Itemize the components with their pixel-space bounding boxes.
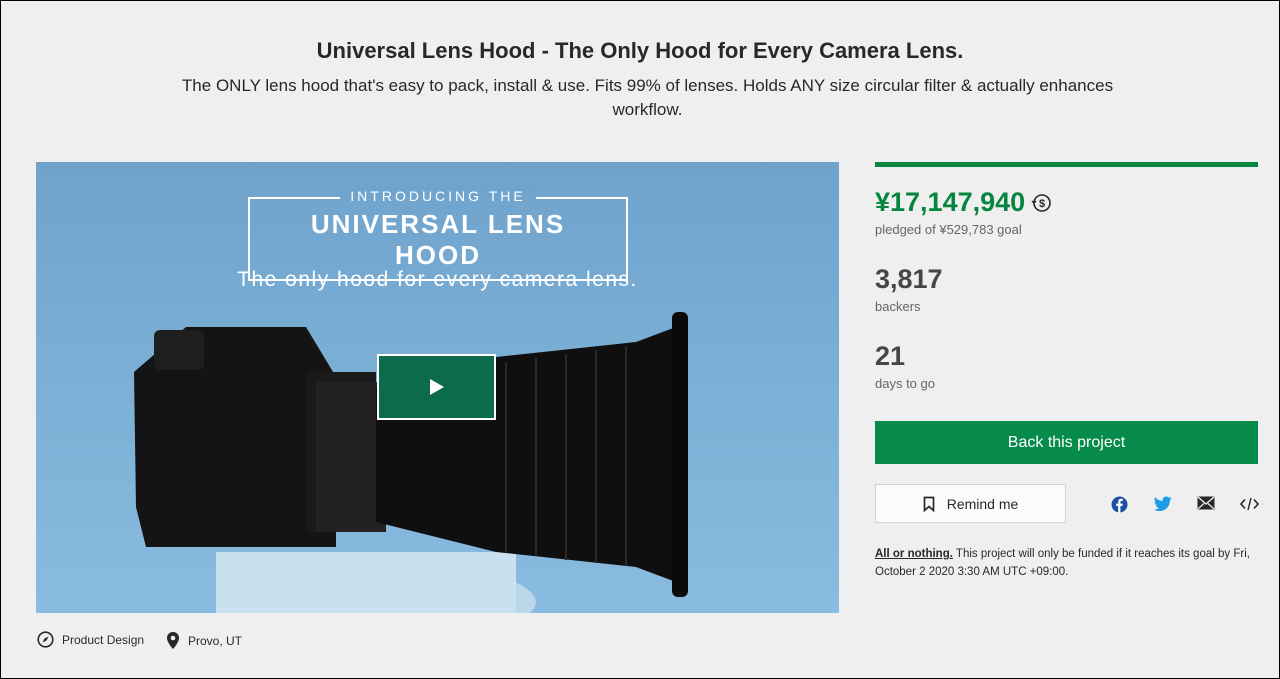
embed-icon[interactable] [1240,496,1259,512]
email-icon[interactable] [1197,496,1215,510]
location-label: Provo, UT [188,633,243,648]
svg-text:$: $ [1039,198,1045,210]
project-title: Universal Lens Hood - The Only Hood for … [316,38,964,63]
intro-small-text: INTRODUCING THE [340,188,536,204]
video-tagline: The only hood for every camera lens. [237,268,638,291]
project-video[interactable]: INTRODUCING THE UNIVERSAL LENS HOOD The … [36,162,839,613]
facebook-icon[interactable] [1111,496,1128,513]
location-pin-icon [167,632,179,649]
remind-me-label: Remind me [946,495,1019,512]
remind-me-button[interactable]: Remind me [875,484,1066,523]
location-link[interactable]: Provo, UT [166,631,242,650]
project-blurb: The ONLY lens hood that's easy to pack, … [181,76,1114,119]
play-icon [430,379,444,395]
category-label: Product Design [62,632,145,647]
pledged-goal-label: pledged of ¥529,783 goal [875,222,1022,237]
twitter-icon[interactable] [1154,496,1172,512]
funding-note: All or nothing. This project will only b… [875,545,1260,581]
pledged-value: ¥17,147,940 [875,187,1026,217]
backers-count: 3,817 [875,264,943,294]
pledged-amount: ¥17,147,940 $ [875,187,1053,218]
funding-progress-bar [875,162,1258,167]
compass-icon [37,631,54,648]
bookmark-icon [923,496,935,512]
currency-conversion-icon[interactable]: $ [1031,192,1053,214]
all-or-nothing-link[interactable]: All or nothing. [875,548,953,560]
category-link[interactable]: Product Design [37,631,144,648]
backers-label: backers [875,299,921,314]
play-button[interactable] [377,354,496,420]
days-to-go-count: 21 [875,341,906,371]
back-project-button[interactable]: Back this project [875,421,1258,464]
days-to-go-label: days to go [875,376,935,391]
